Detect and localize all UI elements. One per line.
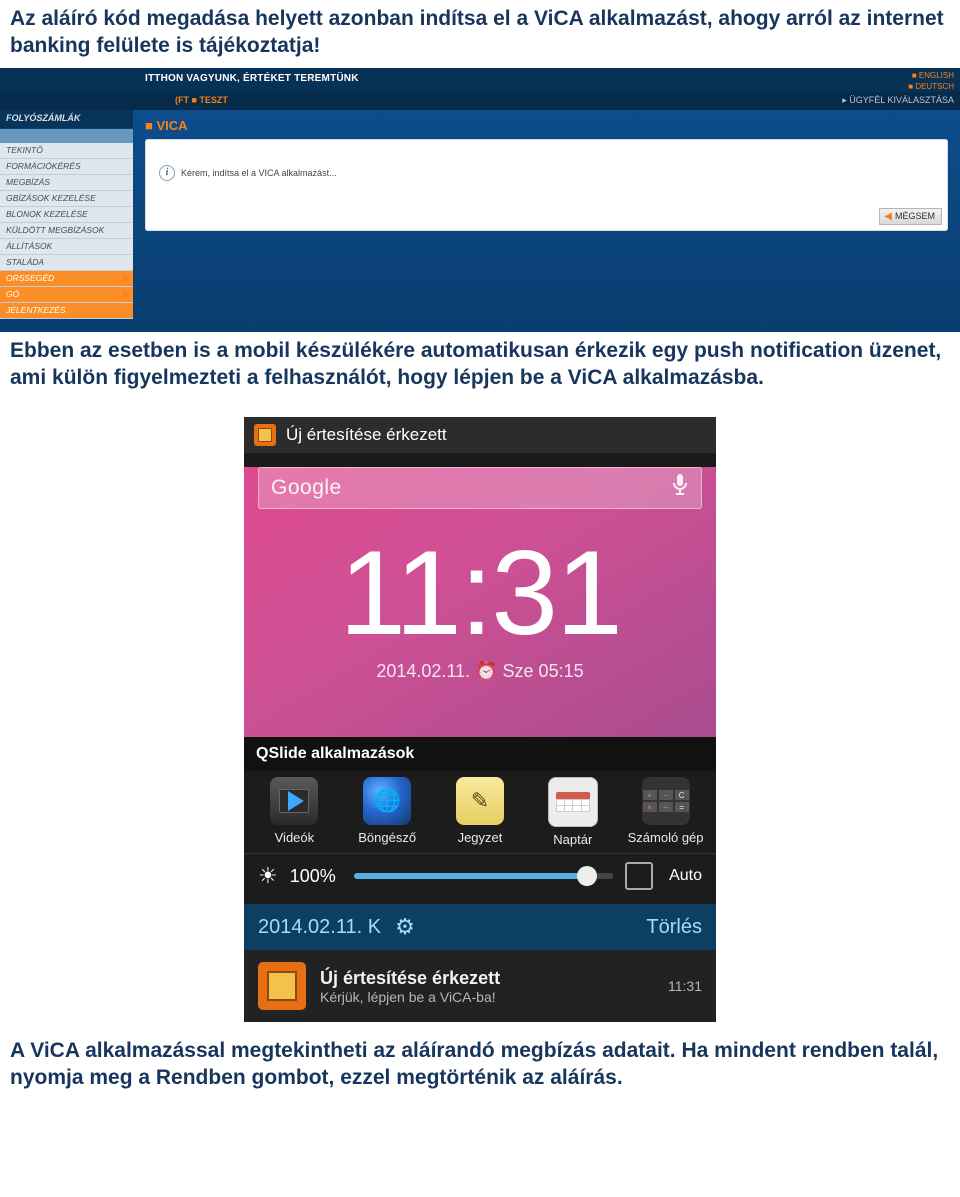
qslide-app-calc[interactable]: +−C ×÷= Számoló gép: [623, 777, 709, 847]
qslide-app-video[interactable]: Videók: [251, 777, 337, 847]
sidebar-kijelentkezes[interactable]: JELENTKEZÉS: [0, 303, 133, 319]
sidebar-item[interactable]: TEKINTŐ: [0, 143, 133, 159]
notification-time: 11:31: [668, 978, 702, 994]
slider-thumb[interactable]: [577, 866, 597, 886]
clock-date: 2014.02.11. ⏰ Sze 05:15: [244, 661, 716, 682]
date-settings-row: 2014.02.11. K ⚙ Törlés: [244, 904, 716, 950]
notification-title: Új értesítése érkezett: [320, 968, 654, 989]
calendar-icon: [548, 777, 598, 827]
qslide-label: Számoló gép: [623, 830, 709, 845]
ugyfel-kivalasztasa[interactable]: ▸ ÜGYFÉL KIVÁLASZTÁSA: [842, 95, 954, 106]
bank-body: FOLYÓSZÁMLÁK TEKINTŐ FORMÁCIÓKÉRÉS MEGBÍ…: [0, 110, 960, 332]
qslide-label: Jegyzet: [437, 830, 523, 845]
qslide-label: Videók: [251, 830, 337, 845]
lang-deutsch[interactable]: ■ DEUTSCH: [908, 81, 954, 92]
sidebar-gyorsseged[interactable]: ORSSEGÉD▶: [0, 271, 133, 287]
auto-label: Auto: [669, 867, 702, 885]
lockscreen-wallpaper: Google 11:31 2014.02.11. ⏰ Sze 05:15: [244, 467, 716, 737]
auto-brightness-checkbox[interactable]: [625, 862, 653, 890]
gear-icon[interactable]: ⚙: [395, 914, 415, 940]
globe-icon: 🌐: [363, 777, 411, 825]
qslide-label: Böngésző: [344, 830, 430, 845]
qslide-app-browser[interactable]: 🌐 Böngésző: [344, 777, 430, 847]
vica-app-icon: [254, 424, 276, 446]
qslide-app-row: Videók 🌐 Böngésző ✎ Jegyzet: [244, 771, 716, 854]
chevron-right-icon: ▶: [122, 289, 129, 300]
lang-english[interactable]: ■ ENGLISH: [908, 70, 954, 81]
sidebar-item[interactable]: GBÍZÁSOK KEZELÉSE: [0, 191, 133, 207]
clock-time: 11:31: [244, 533, 716, 653]
sidebar-item[interactable]: ÁLLÍTÁSOK: [0, 239, 133, 255]
microphone-icon[interactable]: [671, 473, 689, 503]
qslide-label: Naptár: [530, 832, 616, 847]
bank-sidebar: FOLYÓSZÁMLÁK TEKINTŐ FORMÁCIÓKÉRÉS MEGBÍ…: [0, 110, 133, 332]
calculator-icon: +−C ×÷=: [642, 777, 690, 825]
vica-info-message: i Kérem, indítsa el a VICA alkalmazást..…: [159, 165, 337, 181]
brightness-slider[interactable]: [354, 873, 613, 879]
sidebar-item[interactable]: MEGBÍZÁS: [0, 175, 133, 191]
notification-text: Új értesítése érkezett Kérjük, lépjen be…: [320, 968, 654, 1005]
vica-title: ■ VICA: [145, 118, 948, 133]
bank-topbar: ITTHON VAGYUNK, ÉRTÉKET TEREMTÜNK ■ ENGL…: [0, 68, 960, 92]
sidebar-item[interactable]: FORMÁCIÓKÉRÉS: [0, 159, 133, 175]
sidebar-spacer: [0, 129, 133, 143]
vica-message-text: Kérem, indítsa el a VICA alkalmazást...: [181, 168, 337, 178]
bank-subbar: (FT ■ TESZT ▸ ÜGYFÉL KIVÁLASZTÁSA: [0, 92, 960, 110]
intro-paragraph: Az aláíró kód megadása helyett azonban i…: [0, 0, 960, 68]
brightness-icon: ☀: [258, 863, 278, 889]
ft-teszt-label: (FT ■ TESZT: [175, 95, 228, 105]
video-icon: [270, 777, 318, 825]
sidebar-item[interactable]: BLONOK KEZELÉSE: [0, 207, 133, 223]
chevron-right-icon: ▶: [122, 273, 129, 284]
torles-button[interactable]: Törlés: [646, 916, 702, 939]
bank-tagline: ITTHON VAGYUNK, ÉRTÉKET TEREMTÜNK: [145, 73, 359, 84]
qslide-app-calendar[interactable]: Naptár: [530, 777, 616, 847]
status-bar[interactable]: Új értesítése érkezett: [244, 417, 716, 453]
bank-main-panel: ■ VICA i Kérem, indítsa el a VICA alkalm…: [133, 110, 960, 332]
megsem-button[interactable]: ◀ MÉGSEM: [879, 208, 942, 225]
outro-paragraph: A ViCA alkalmazással megtekintheti az al…: [0, 1032, 960, 1100]
phone-screenshot: Új értesítése érkezett Google 11:31 2014…: [244, 417, 716, 1022]
vica-panel: i Kérem, indítsa el a VICA alkalmazást..…: [145, 139, 948, 231]
language-links: ■ ENGLISH ■ DEUTSCH: [908, 70, 954, 92]
middle-paragraph: Ebben az esetben is a mobil készülékére …: [0, 332, 960, 400]
status-notification-text: Új értesítése érkezett: [286, 425, 447, 445]
notification-row[interactable]: Új értesítése érkezett Kérjük, lépjen be…: [244, 950, 716, 1022]
google-search-bar[interactable]: Google: [258, 467, 702, 509]
back-arrow-icon: ◀: [884, 211, 892, 222]
notification-subtitle: Kérjük, lépjen be a ViCA-ba!: [320, 989, 654, 1005]
google-label: Google: [271, 476, 342, 500]
sidebar-go[interactable]: GÓ▶: [0, 287, 133, 303]
info-icon: i: [159, 165, 175, 181]
qslide-app-note[interactable]: ✎ Jegyzet: [437, 777, 523, 847]
megsem-label: MÉGSEM: [895, 211, 935, 221]
qslide-header: QSlide alkalmazások: [244, 737, 716, 771]
vica-app-icon: [258, 962, 306, 1010]
date-text: 2014.02.11. K: [258, 916, 381, 939]
brightness-percent: 100%: [290, 866, 342, 887]
bank-screenshot: ITTHON VAGYUNK, ÉRTÉKET TEREMTÜNK ■ ENGL…: [0, 68, 960, 332]
sidebar-category[interactable]: FOLYÓSZÁMLÁK: [0, 110, 133, 129]
note-icon: ✎: [456, 777, 504, 825]
brightness-row: ☀ 100% Auto: [244, 854, 716, 904]
sidebar-item[interactable]: STALÁDA: [0, 255, 133, 271]
sidebar-item[interactable]: KÜLDÖTT MEGBÍZÁSOK: [0, 223, 133, 239]
